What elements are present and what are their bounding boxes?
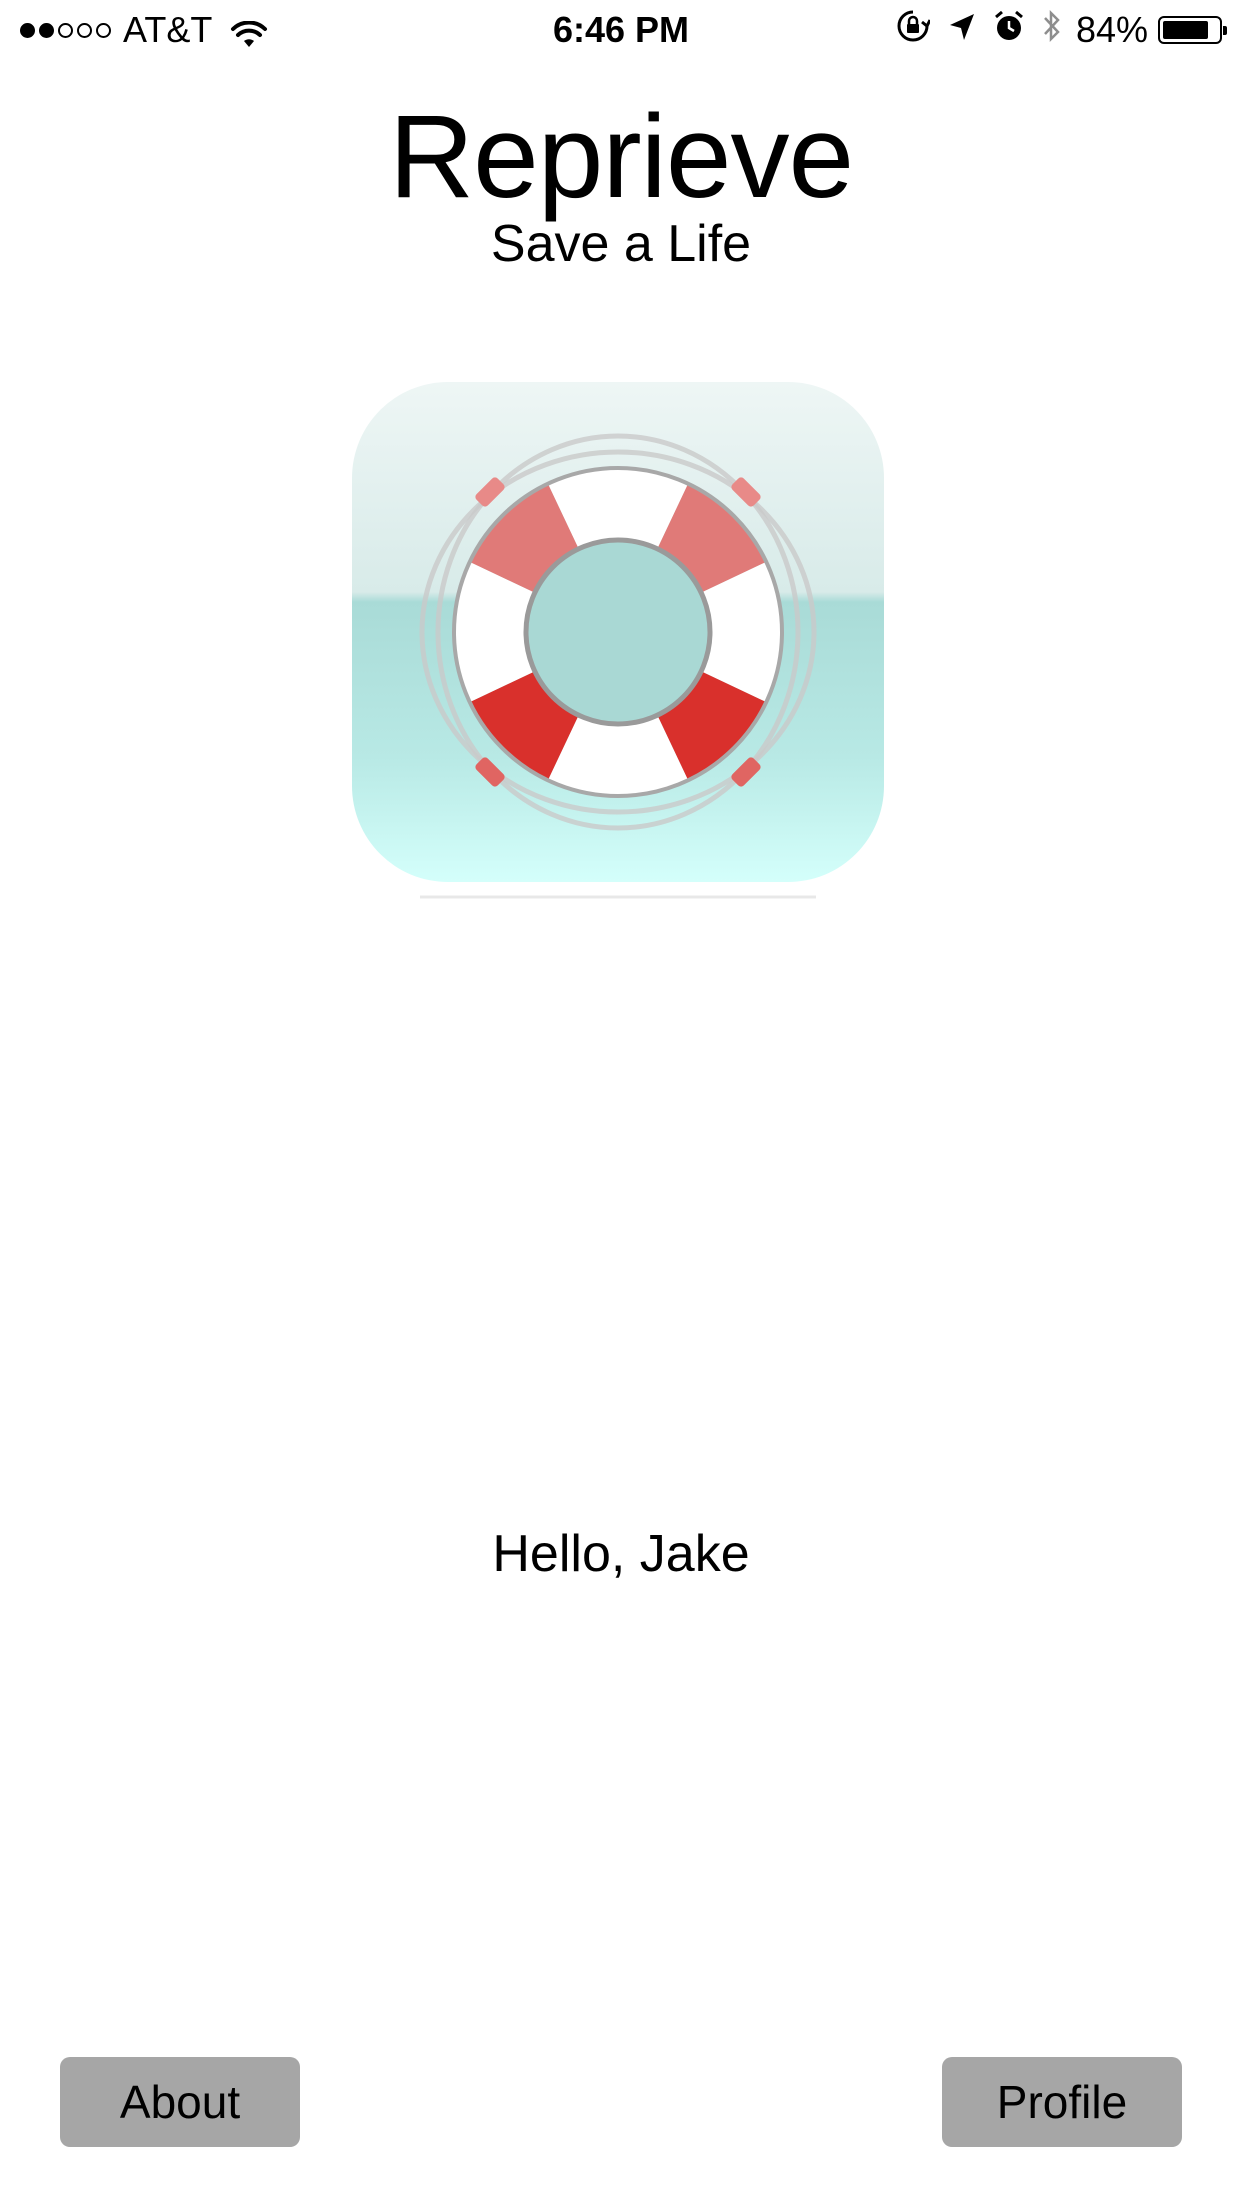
rotation-lock-icon — [896, 9, 932, 52]
app-logo — [350, 382, 886, 902]
battery-icon — [1158, 16, 1227, 44]
location-arrow-icon — [948, 9, 976, 51]
home-screen: AT&T 6:46 PM 84% Reprieve Save a Life He… — [0, 0, 1242, 2208]
app-title: Reprieve — [388, 91, 854, 223]
alarm-icon — [994, 9, 1024, 51]
life-ring-icon — [352, 382, 884, 899]
battery-fill — [1163, 21, 1209, 39]
profile-button[interactable]: Profile — [942, 2057, 1182, 2147]
status-bar-right: 84% — [878, 9, 1227, 52]
battery-percent: 84% — [1075, 9, 1148, 50]
status-bar: AT&T 6:46 PM 84% — [0, 0, 1242, 60]
app-subtitle: Save a Life — [490, 215, 752, 273]
greeting-text: Hello, Jake — [492, 1525, 750, 1583]
battery-cap — [1223, 26, 1227, 35]
bluetooth-icon — [1042, 8, 1062, 53]
about-button[interactable]: About — [60, 2057, 300, 2147]
